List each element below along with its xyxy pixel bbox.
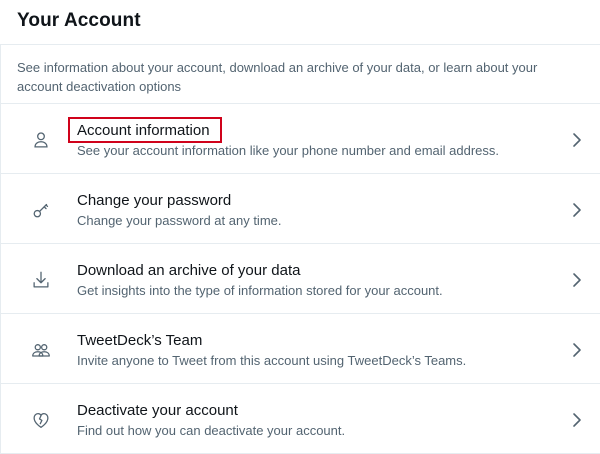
download-icon [30, 269, 52, 291]
account-settings-list: Account information See your account inf… [0, 104, 600, 454]
tweetdeck-team-description: Invite anyone to Tweet from this account… [77, 353, 467, 368]
account-intro-text: See information about your account, down… [17, 60, 538, 94]
change-password-title: Change your password [77, 192, 232, 209]
account-information-description: See your account information like your p… [77, 143, 500, 158]
deactivate-account-title: Deactivate your account [77, 402, 238, 419]
page-title: Your Account [17, 10, 141, 31]
account-intro: See information about your account, down… [0, 44, 600, 104]
deactivate-account-item[interactable]: Deactivate your account Find out how you… [0, 384, 600, 454]
chevron-right-icon [569, 411, 585, 429]
page-header: Your Account [0, 0, 600, 44]
deactivate-account-description: Find out how you can deactivate your acc… [77, 423, 346, 438]
download-archive-description: Get insights into the type of informatio… [77, 283, 443, 298]
chevron-right-icon [569, 271, 585, 289]
change-password-item[interactable]: Change your password Change your passwor… [0, 174, 600, 244]
broken-heart-icon [30, 409, 52, 431]
tweetdeck-team-title: TweetDeck’s Team [77, 332, 203, 349]
chevron-right-icon [569, 201, 585, 219]
change-password-description: Change your password at any time. [77, 213, 282, 228]
key-icon [30, 199, 52, 221]
account-information-title: Account information [77, 122, 210, 139]
tweetdeck-team-item[interactable]: TweetDeck’s Team Invite anyone to Tweet … [0, 314, 600, 384]
people-icon [30, 339, 52, 361]
account-information-item[interactable]: Account information See your account inf… [0, 104, 600, 174]
download-archive-title: Download an archive of your data [77, 262, 301, 279]
chevron-right-icon [569, 341, 585, 359]
download-archive-item[interactable]: Download an archive of your data Get ins… [0, 244, 600, 314]
person-icon [30, 129, 52, 151]
chevron-right-icon [569, 131, 585, 149]
